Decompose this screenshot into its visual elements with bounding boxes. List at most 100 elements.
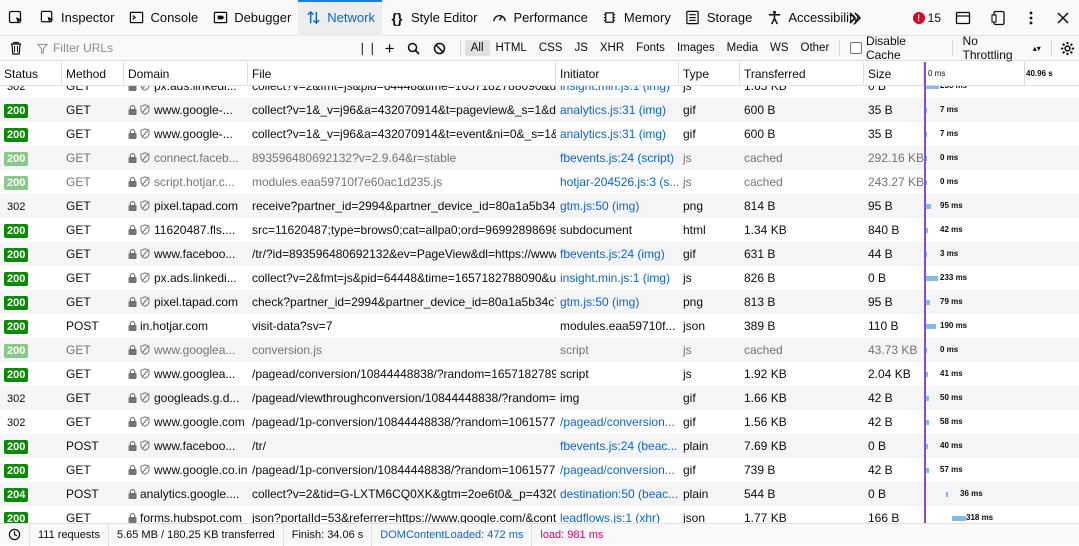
tab-memory[interactable]: Memory	[595, 0, 678, 36]
initiator-text[interactable]: gtm.js:50 (img)	[560, 199, 639, 213]
initiator-text[interactable]: destination:50 (beac...	[560, 487, 678, 501]
cell-transferred: 813 B	[740, 290, 864, 314]
search-icon[interactable]	[401, 42, 426, 55]
settings-gear-icon[interactable]	[1056, 41, 1079, 56]
throttling-select[interactable]: No Throttling ▴▾	[957, 34, 1047, 62]
filter-type-js[interactable]: JS	[568, 40, 593, 56]
cell-size: 0 B	[864, 86, 924, 98]
column-header-status[interactable]: Status	[0, 62, 62, 86]
filter-type-images[interactable]: Images	[671, 40, 721, 56]
initiator-text[interactable]: fbevents.js:24 (beac...	[560, 439, 677, 453]
initiator-text[interactable]: insight.min.js:1 (img)	[560, 86, 670, 93]
cell-file: /pagead/1p-conversion/10844448838/?rando…	[248, 410, 556, 434]
filter-type-ws[interactable]: WS	[764, 40, 795, 56]
column-header-waterfall[interactable]: 0 ms 40.96 s	[924, 62, 1079, 86]
cell-status: 200	[0, 434, 62, 458]
table-row[interactable]: 200 GET px.ads.linkedi... collect?v=2&fmt=j…	[0, 266, 1079, 290]
waterfall-bar	[926, 132, 927, 137]
cell-initiator: analytics.js:31 (img)	[556, 98, 679, 122]
table-row[interactable]: 302 GET px.ads.linkedi... collect?v=2&fmt=j…	[0, 86, 1079, 98]
initiator-text[interactable]: gtm.js:50 (img)	[560, 295, 639, 309]
tab-console[interactable]: Console	[121, 0, 205, 36]
column-header-initiator[interactable]: Initiator	[556, 62, 679, 86]
table-row[interactable]: 302 GET googleads.g.d... /pagead/viewthroug…	[0, 386, 1079, 410]
cell-file: check?partner_id=2994&partner_device_id=…	[248, 290, 556, 314]
more-menu-icon[interactable]	[1015, 0, 1047, 36]
tab-inspector[interactable]: Inspector	[32, 0, 121, 36]
table-row[interactable]: 200 GET www.faceboo... /tr/?id=893596480692…	[0, 242, 1079, 266]
cell-domain: forms.hubspot.com	[124, 506, 248, 523]
add-icon[interactable]: +	[378, 40, 401, 57]
table-row[interactable]: 200 GET script.hotjar.c... modules.eaa59710…	[0, 170, 1079, 194]
more-tools-chevron-icon[interactable]	[843, 0, 867, 36]
column-header-type[interactable]: Type	[679, 62, 740, 86]
table-row[interactable]: 200 GET connect.faceb... 893596480692132?v=…	[0, 146, 1079, 170]
initiator-text[interactable]: /pagead/conversion...	[560, 415, 675, 429]
filter-type-other[interactable]: Other	[795, 40, 836, 56]
initiator-text[interactable]: leadflows.js:1 (xhr)	[560, 511, 660, 523]
cell-size: 44 B	[864, 242, 924, 266]
tab-style-editor[interactable]: {} Style Editor	[382, 0, 484, 36]
disable-cache-checkbox[interactable]: Disable Cache	[844, 34, 947, 62]
checkbox-box[interactable]	[850, 42, 862, 54]
table-row[interactable]: 200 POST www.faceboo... /tr/fbevents.js:24 …	[0, 434, 1079, 458]
table-row[interactable]: 200 GET www.googlea... /pagead/conversion/1…	[0, 362, 1079, 386]
tab-debugger[interactable]: Debugger	[205, 0, 298, 36]
requests-list[interactable]: 302 GET px.ads.linkedi... collect?v=2&fmt=j…	[0, 86, 1079, 523]
column-header-method[interactable]: Method	[62, 62, 124, 86]
transferred-text: 631 B	[744, 247, 776, 261]
table-row[interactable]: 200 GET 11620487.fls.... src=11620487;type=…	[0, 218, 1079, 242]
filter-type-html[interactable]: HTML	[490, 40, 533, 56]
table-row[interactable]: 200 GET www.google-... collect?v=1&_v=j96&a…	[0, 122, 1079, 146]
cell-file: visit-data?sv=7	[248, 314, 556, 338]
error-count-badge[interactable]: ! 15	[907, 11, 947, 25]
filter-type-fonts[interactable]: Fonts	[630, 40, 671, 56]
table-row[interactable]: 302 GET www.google.com/pagead/1p-conversio…	[0, 410, 1079, 434]
pause-icon[interactable]: ❘❘	[357, 41, 378, 55]
filter-type-all[interactable]: All	[464, 40, 490, 56]
tab-storage[interactable]: Storage	[678, 0, 760, 36]
filter-type-media[interactable]: Media	[721, 40, 764, 56]
table-row[interactable]: 200 GET www.googlea... conversion.js script j…	[0, 338, 1079, 362]
column-header-size[interactable]: Size	[864, 62, 924, 86]
cell-status: 204	[0, 482, 62, 506]
table-row[interactable]: 200 GET www.google.co.in/pagead/1p-convers…	[0, 458, 1079, 482]
performance-analysis-icon[interactable]	[0, 523, 30, 546]
initiator-text[interactable]: insight.min.js:1 (img)	[560, 271, 670, 285]
initiator-text[interactable]: hotjar-204526.js:3 (s...	[560, 175, 679, 189]
status-badge: 200	[4, 176, 29, 190]
trash-icon[interactable]	[0, 36, 31, 61]
initiator-text[interactable]: fbevents.js:24 (img)	[560, 247, 665, 261]
filter-type-xhr[interactable]: XHR	[594, 40, 630, 56]
tab-performance[interactable]: Performance	[484, 0, 594, 36]
table-row[interactable]: 200 GET pixel.tapad.com check?partner_id=29…	[0, 290, 1079, 314]
close-icon[interactable]	[1047, 0, 1079, 36]
initiator-text[interactable]: analytics.js:31 (img)	[560, 127, 666, 141]
block-requests-icon[interactable]	[427, 42, 452, 55]
tab-network[interactable]: Network	[298, 0, 382, 36]
size-text: 0 B	[868, 439, 887, 453]
responsive-design-icon[interactable]	[983, 0, 1015, 36]
table-row[interactable]: 200 GET www.google-... collect?v=1&_v=j96&a…	[0, 98, 1079, 122]
filter-urls-input[interactable]: Filter URLs	[31, 41, 323, 55]
cell-initiator: gtm.js:50 (img)	[556, 290, 679, 314]
table-row[interactable]: 200 GET forms.hubspot.com json?portalId=53&…	[0, 506, 1079, 523]
method-text: GET	[66, 511, 91, 523]
table-row[interactable]: 200 POST in.hotjar.com visit-data?sv=7 modul…	[0, 314, 1079, 338]
pick-element-icon[interactable]	[0, 0, 32, 36]
column-header-file[interactable]: File	[248, 62, 556, 86]
split-console-icon[interactable]	[947, 0, 979, 36]
filter-type-css[interactable]: CSS	[533, 40, 569, 56]
initiator-text[interactable]: fbevents.js:24 (script)	[560, 151, 674, 165]
waterfall-time-label: 36 ms	[960, 489, 983, 498]
cell-status: 200	[0, 146, 62, 170]
table-row[interactable]: 204 POST analytics.google.... collect?v=2&t…	[0, 482, 1079, 506]
type-text: png	[683, 295, 704, 309]
column-header-transferred[interactable]: Transferred	[740, 62, 864, 86]
cell-method: POST	[62, 314, 124, 338]
cell-status: 200	[0, 170, 62, 194]
initiator-text[interactable]: analytics.js:31 (img)	[560, 103, 666, 117]
table-row[interactable]: 302 GET pixel.tapad.com receive?partner_id=…	[0, 194, 1079, 218]
column-header-domain[interactable]: Domain	[124, 62, 248, 86]
initiator-text[interactable]: /pagead/conversion...	[560, 463, 675, 477]
